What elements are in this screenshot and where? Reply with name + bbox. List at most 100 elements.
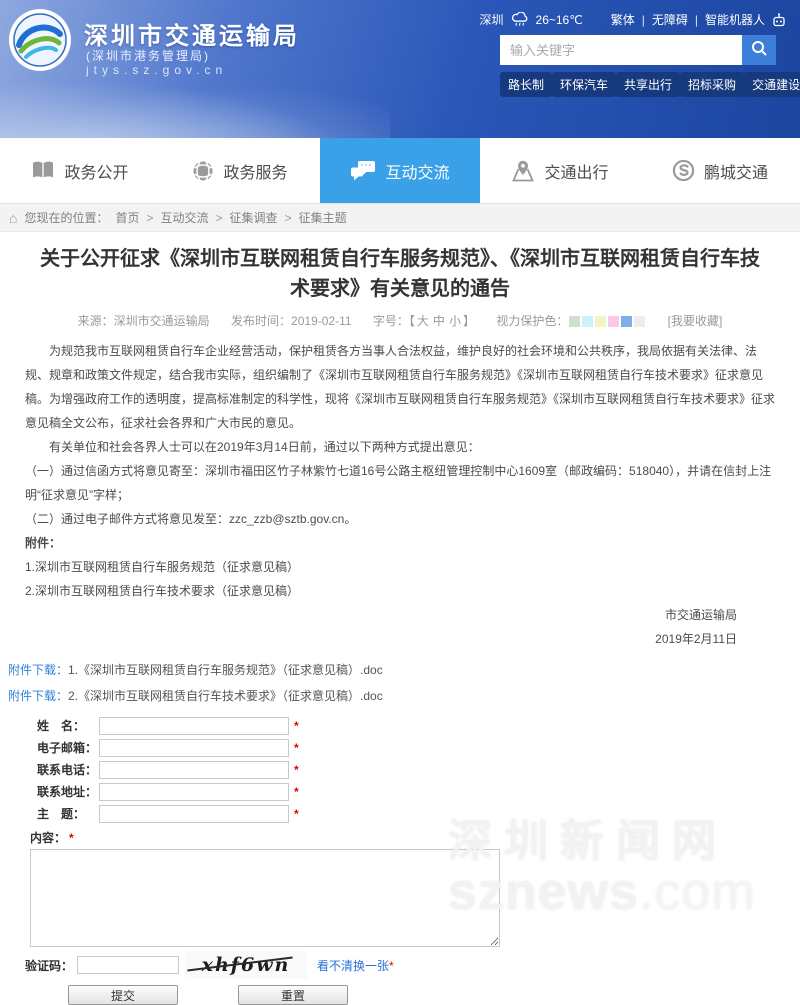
tab-interactive-exchange[interactable]: 互动交流 bbox=[320, 138, 480, 203]
quick-link-road-chief[interactable]: 路长制 bbox=[500, 72, 552, 97]
article-meta: 来源：深圳市交通运输局 发布时间：2019-02-11 字号：【大中小】 视力保… bbox=[0, 312, 800, 329]
robot-icon bbox=[772, 13, 786, 27]
eye-color-swatch[interactable] bbox=[582, 316, 593, 327]
reset-button[interactable]: 重置 bbox=[238, 985, 348, 1005]
link-traditional-chinese[interactable]: 繁体 bbox=[611, 11, 635, 28]
paragraph: 为规范我市互联网租赁自行车企业经营活动，保护租赁各方当事人合法权益，维护良好的社… bbox=[25, 339, 775, 435]
email-field[interactable] bbox=[99, 739, 289, 757]
content-textarea[interactable] bbox=[30, 849, 500, 947]
eye-color-swatch[interactable] bbox=[621, 316, 632, 327]
tab-pengcheng-traffic[interactable]: 鹏城交通 bbox=[640, 138, 800, 203]
link-accessibility[interactable]: 无障碍 bbox=[652, 11, 688, 28]
eye-protection-label: 视力保护色： bbox=[496, 314, 568, 328]
breadcrumb-item-topic[interactable]: 征集主题 bbox=[299, 209, 347, 226]
captcha-refresh-label: 看不清换一张 bbox=[317, 959, 389, 973]
site-title: 深圳市交通运输局 bbox=[84, 16, 300, 51]
tab-label: 鹏城交通 bbox=[704, 159, 768, 183]
meta-date-value: 2019-02-11 bbox=[291, 314, 352, 328]
required-mark: * bbox=[389, 959, 394, 973]
tab-government-disclosure[interactable]: 政务公开 bbox=[0, 138, 160, 203]
signoff-agency: 市交通运输局 bbox=[25, 603, 775, 627]
captcha-input[interactable] bbox=[77, 956, 179, 974]
attachment-file-name: 2.《深圳市互联网租赁自行车技术要求》（征求意见稿）.doc bbox=[68, 689, 383, 703]
form-row-email: 电子邮箱： * bbox=[25, 737, 800, 758]
article-body: 为规范我市互联网租赁自行车企业经营活动，保护租赁各方当事人合法权益，维护良好的社… bbox=[0, 339, 800, 651]
s-swirl-logo-icon bbox=[672, 159, 695, 182]
eye-color-swatch[interactable] bbox=[634, 316, 645, 327]
attachment-file-name: 1.《深圳市互联网租赁自行车服务规范》（征求意见稿）.doc bbox=[68, 663, 383, 677]
search-input[interactable] bbox=[500, 35, 742, 65]
breadcrumb-separator bbox=[147, 211, 154, 225]
content-label-row: 内容：* bbox=[25, 829, 800, 846]
form-buttons: 提交 重置 bbox=[25, 985, 800, 1005]
tab-traffic-travel[interactable]: 交通出行 bbox=[480, 138, 640, 203]
breadcrumb-separator bbox=[285, 211, 292, 225]
email-label: 电子邮箱： bbox=[37, 739, 99, 756]
signoff-date: 2019年2月11日 bbox=[25, 627, 775, 651]
phone-field[interactable] bbox=[99, 761, 289, 779]
paragraph: （二）通过电子邮件方式将意见发至：zzc_zzb@sztb.gov.cn。 bbox=[25, 507, 775, 531]
search-button[interactable] bbox=[742, 35, 776, 65]
font-size-large[interactable]: 大 bbox=[417, 314, 429, 328]
breadcrumb-separator bbox=[216, 211, 223, 225]
quick-link-eco-vehicle[interactable]: 环保汽车 bbox=[552, 72, 616, 97]
link-smart-robot[interactable]: 智能机器人 bbox=[705, 11, 765, 28]
subject-label: 主 题： bbox=[37, 805, 99, 822]
phone-label: 联系电话： bbox=[37, 761, 99, 778]
required-mark: * bbox=[294, 807, 299, 821]
chat-bubbles-icon bbox=[350, 160, 376, 182]
meta-date: 发布时间：2019-02-11 bbox=[231, 314, 352, 328]
quick-link-bidding[interactable]: 招标采购 bbox=[680, 72, 744, 97]
breadcrumb-item-home[interactable]: 首页 bbox=[115, 209, 139, 226]
site-banner: 深圳市交通运输局 (深圳市港务管理局) jtys.sz.gov.cn 深圳 26… bbox=[0, 0, 800, 138]
address-label: 联系地址： bbox=[37, 783, 99, 800]
meta-font-size: 字号：【大中小】 bbox=[373, 314, 475, 328]
city-label: 深圳 bbox=[480, 11, 504, 28]
submit-button[interactable]: 提交 bbox=[68, 985, 178, 1005]
tab-label: 互动交流 bbox=[385, 159, 449, 183]
attachment-download-link-1[interactable]: 附件下载：1.《深圳市互联网租赁自行车服务规范》（征求意见稿）.doc bbox=[8, 657, 800, 683]
eye-color-swatch[interactable] bbox=[595, 316, 606, 327]
bureau-logo-icon bbox=[8, 8, 72, 72]
eye-color-swatch[interactable] bbox=[569, 316, 580, 327]
tab-label: 政务公开 bbox=[64, 159, 128, 183]
font-size-small[interactable]: 小 bbox=[449, 314, 461, 328]
breadcrumb: ⌂ 您现在的位置： 首页 互动交流 征集调查 征集主题 bbox=[0, 204, 800, 232]
form-row-phone: 联系电话： * bbox=[25, 759, 800, 780]
captcha-refresh-link[interactable]: 看不清换一张* bbox=[317, 957, 394, 974]
address-field[interactable] bbox=[99, 783, 289, 801]
subject-field[interactable] bbox=[99, 805, 289, 823]
breadcrumb-prefix: 您现在的位置： bbox=[24, 209, 108, 226]
attachment-downloads: 附件下载：1.《深圳市互联网租赁自行车服务规范》（征求意见稿）.doc 附件下载… bbox=[0, 657, 800, 709]
quick-link-construction[interactable]: 交通建设 bbox=[744, 72, 800, 97]
meta-date-label: 发布时间： bbox=[231, 314, 291, 328]
eye-color-swatch[interactable] bbox=[608, 316, 619, 327]
main-nav: 政务公开 政务服务 bbox=[0, 138, 800, 204]
attachment-list-item: 1.深圳市互联网租赁自行车服务规范（征求意见稿） bbox=[25, 555, 775, 579]
topbar-divider bbox=[695, 13, 698, 27]
breadcrumb-item-interactive[interactable]: 互动交流 bbox=[161, 209, 209, 226]
quick-link-shared-travel[interactable]: 共享出行 bbox=[616, 72, 680, 97]
site-url: jtys.sz.gov.cn bbox=[86, 63, 227, 77]
meta-source: 来源：深圳市交通运输局 bbox=[78, 314, 210, 328]
attachment-list-item: 2.深圳市互联网租赁自行车技术要求（征求意见稿） bbox=[25, 579, 775, 603]
name-field[interactable] bbox=[99, 717, 289, 735]
attachment-download-link-2[interactable]: 附件下载：2.《深圳市互联网租赁自行车技术要求》（征求意见稿）.doc bbox=[8, 683, 800, 709]
tab-label: 政务服务 bbox=[223, 159, 287, 183]
topbar-divider bbox=[642, 13, 645, 27]
tab-government-services[interactable]: 政务服务 bbox=[160, 138, 320, 203]
favorite-link[interactable]: [我要收藏] bbox=[668, 314, 723, 328]
required-mark: * bbox=[294, 719, 299, 733]
font-size-prefix: 字号：【 bbox=[373, 314, 415, 328]
required-mark: * bbox=[294, 741, 299, 755]
form-row-address: 联系地址： * bbox=[25, 781, 800, 802]
paragraph: （一）通过信函方式将意见寄至：深圳市福田区竹子林紫竹七道16号公路主枢纽管理控制… bbox=[25, 459, 775, 507]
breadcrumb-item-survey[interactable]: 征集调查 bbox=[230, 209, 278, 226]
required-mark: * bbox=[294, 763, 299, 777]
form-row-name: 姓 名： * bbox=[25, 715, 800, 736]
captcha-image[interactable]: xhf6wn bbox=[185, 951, 307, 979]
article-title: 关于公开征求《深圳市互联网租赁自行车服务规范》、《深圳市互联网租赁自行车技术要求… bbox=[40, 244, 760, 304]
font-size-medium[interactable]: 中 bbox=[433, 314, 445, 328]
required-mark: * bbox=[69, 831, 74, 845]
tab-label: 交通出行 bbox=[544, 159, 608, 183]
